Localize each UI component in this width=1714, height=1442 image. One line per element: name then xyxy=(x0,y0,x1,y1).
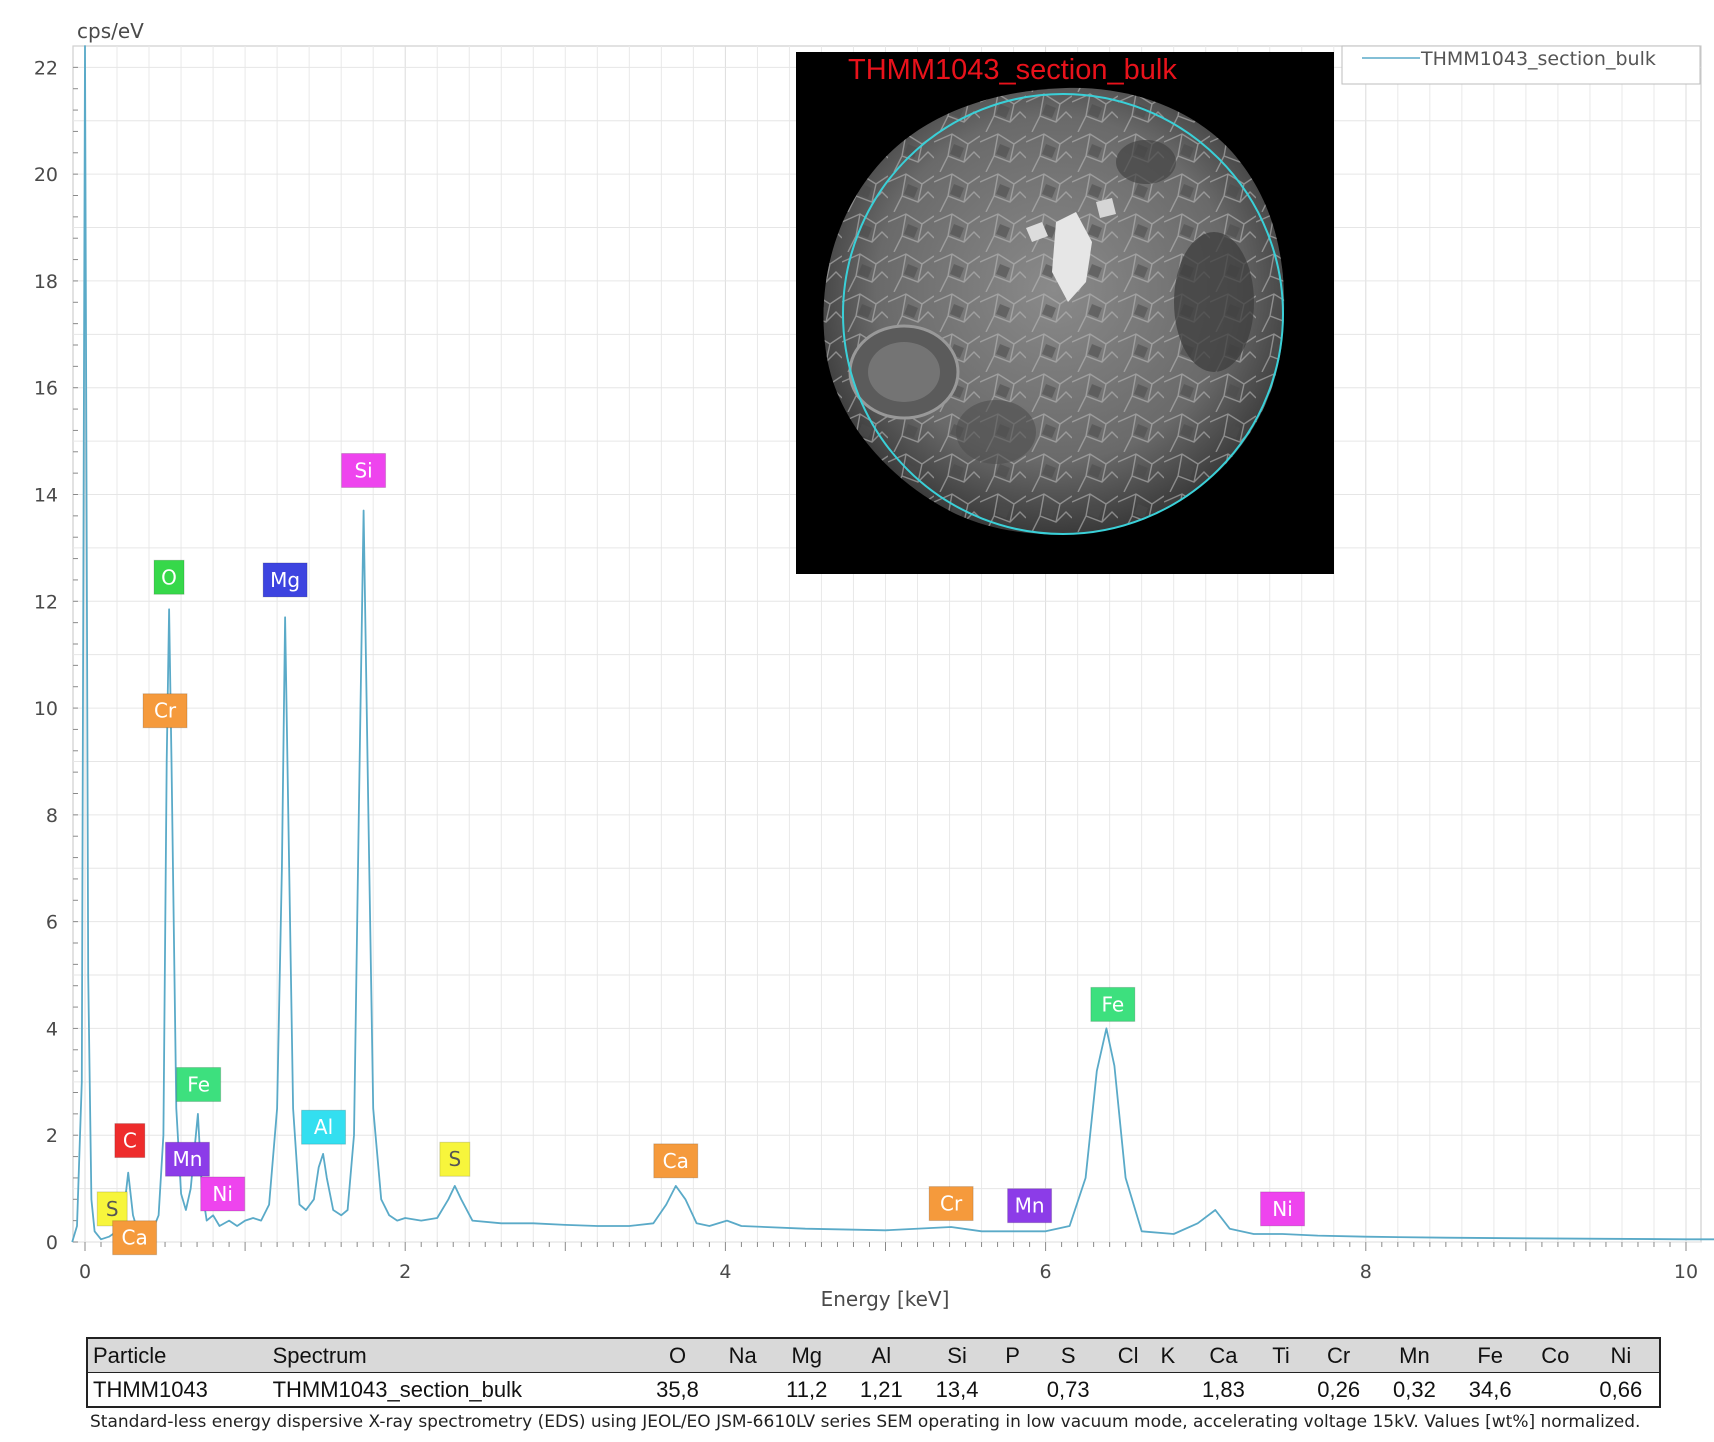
table-cell xyxy=(995,1373,1030,1408)
peak-label-text: Cr xyxy=(940,1192,963,1216)
column-header-cr: Cr xyxy=(1327,1342,1351,1368)
column-header-p: P xyxy=(1005,1342,1020,1368)
column-header-k: K xyxy=(1160,1342,1176,1368)
x-axis-title: Energy [keV] xyxy=(821,1287,950,1311)
column-header-al: Al xyxy=(871,1342,892,1368)
peak-label-ni: Ni xyxy=(1260,1191,1306,1227)
y-tick-label: 6 xyxy=(46,912,58,934)
peak-label-cr: Cr xyxy=(928,1186,974,1222)
column-header-spectrum: Spectrum xyxy=(272,1342,367,1368)
peak-label-text: Mn xyxy=(1015,1194,1045,1218)
table-cell xyxy=(715,1373,770,1408)
column-header-ni: Ni xyxy=(1610,1342,1632,1368)
composition-table: Particle Spectrum O Na Mg Al Si P S Cl K Ca Ti Cr Mn Fe… xyxy=(86,1337,1661,1408)
column-header-s: S xyxy=(1060,1342,1076,1368)
peak-label-cr: Cr xyxy=(142,693,188,729)
y-tick-label: 8 xyxy=(46,805,58,827)
x-tick-label: 2 xyxy=(399,1261,411,1283)
column-header-particle: Particle xyxy=(93,1342,167,1368)
peak-label-text: Ni xyxy=(212,1182,233,1206)
peak-label-ca: Ca xyxy=(653,1143,699,1179)
table-cell: 0,26 xyxy=(1317,1376,1361,1402)
table-cell xyxy=(1150,1373,1185,1408)
table-cell: 0,32 xyxy=(1392,1376,1436,1402)
table-cell: 13,4 xyxy=(935,1376,979,1402)
sem-image-inset: THMM1043_section_bulk xyxy=(796,52,1334,574)
column-header-cl: Cl xyxy=(1117,1342,1139,1368)
sem-particle-image xyxy=(823,87,1285,535)
table-cell xyxy=(1261,1373,1300,1408)
peak-label-o: O xyxy=(153,559,185,595)
table-cell: 0,66 xyxy=(1599,1376,1643,1402)
peak-label-fe: Fe xyxy=(176,1066,222,1102)
peak-label-c: C xyxy=(114,1123,146,1159)
peak-label-text: Cr xyxy=(154,699,177,723)
legend[interactable]: THMM1043_section_bulk xyxy=(1341,45,1701,85)
y-tick-label: 12 xyxy=(34,591,58,613)
table-cell: THMM1043 xyxy=(93,1376,208,1402)
y-tick-label: 20 xyxy=(34,164,58,186)
column-header-ti: Ti xyxy=(1272,1342,1290,1368)
y-tick-label: 4 xyxy=(46,1018,58,1040)
peak-label-text: C xyxy=(123,1129,137,1153)
peak-label-text: Mg xyxy=(270,568,300,592)
column-header-na: Na xyxy=(728,1342,757,1368)
peak-label-mn: Mn xyxy=(1007,1188,1053,1224)
table-cell: 1,83 xyxy=(1202,1376,1245,1402)
peak-label-ni: Ni xyxy=(200,1176,246,1212)
table-header-row: Particle Spectrum O Na Mg Al Si P S Cl K Ca Ti Cr Mn Fe… xyxy=(87,1338,1660,1373)
legend-label: THMM1043_section_bulk xyxy=(1420,48,1656,70)
peak-label-text: Ni xyxy=(1272,1197,1293,1221)
peak-label-text: Al xyxy=(314,1115,333,1139)
peak-label-text: Mn xyxy=(172,1147,202,1171)
x-tick-label: 8 xyxy=(1360,1261,1372,1283)
peak-label-text: Fe xyxy=(1101,992,1124,1016)
x-tick-label: 4 xyxy=(719,1261,731,1283)
table-row: THMM1043 THMM1043_section_bulk 35,8 11,2 1,2… xyxy=(87,1373,1660,1408)
column-header-ca: Ca xyxy=(1209,1342,1238,1368)
y-tick-label: 14 xyxy=(34,485,58,507)
y-tick-label: 0 xyxy=(46,1232,58,1254)
peak-label-text: Ca xyxy=(122,1226,148,1250)
column-header-co: Co xyxy=(1541,1342,1570,1368)
column-header-mn: Mn xyxy=(1399,1342,1430,1368)
peak-label-text: Fe xyxy=(187,1072,210,1096)
table-cell xyxy=(1528,1373,1583,1408)
column-header-mg: Mg xyxy=(791,1342,822,1368)
peak-label-text: Ca xyxy=(663,1149,689,1173)
peak-label-text: S xyxy=(448,1147,461,1171)
table-cell: 35,8 xyxy=(656,1376,699,1402)
peak-label-fe: Fe xyxy=(1090,986,1136,1022)
peak-label-mg: Mg xyxy=(262,562,308,598)
peak-label-ca: Ca xyxy=(112,1220,158,1256)
table-cell: 1,21 xyxy=(859,1376,903,1402)
y-axis-title: cps/eV xyxy=(77,19,144,43)
y-tick-label: 22 xyxy=(34,57,58,79)
table-cell: 11,2 xyxy=(786,1376,828,1402)
column-header-o: O xyxy=(668,1342,687,1368)
x-tick-label: 10 xyxy=(1674,1261,1698,1283)
y-tick-label: 10 xyxy=(34,698,58,720)
peak-label-si: Si xyxy=(341,452,387,488)
peak-label-al: Al xyxy=(301,1109,347,1145)
peak-label-s: S xyxy=(439,1141,471,1177)
peak-label-mn: Mn xyxy=(164,1141,210,1177)
x-tick-label: 0 xyxy=(79,1261,91,1283)
peak-label-text: Si xyxy=(354,458,372,482)
table-cell: THMM1043_section_bulk xyxy=(272,1376,523,1402)
y-tick-label: 2 xyxy=(46,1125,58,1147)
column-header-si: Si xyxy=(947,1342,967,1368)
y-tick-label: 18 xyxy=(34,271,58,293)
y-tick-label: 16 xyxy=(34,378,58,400)
x-tick-label: 6 xyxy=(1040,1261,1052,1283)
method-footnote: Standard-less energy dispersive X-ray sp… xyxy=(90,1412,1641,1432)
peak-label-text: O xyxy=(161,565,177,589)
table-cell: 34,6 xyxy=(1468,1376,1512,1402)
table-cell xyxy=(1106,1373,1150,1408)
column-header-fe: Fe xyxy=(1477,1342,1503,1368)
peak-label-text: S xyxy=(106,1197,119,1221)
table-cell: 0,73 xyxy=(1046,1376,1090,1402)
inset-title: THMM1043_section_bulk xyxy=(848,54,1177,86)
